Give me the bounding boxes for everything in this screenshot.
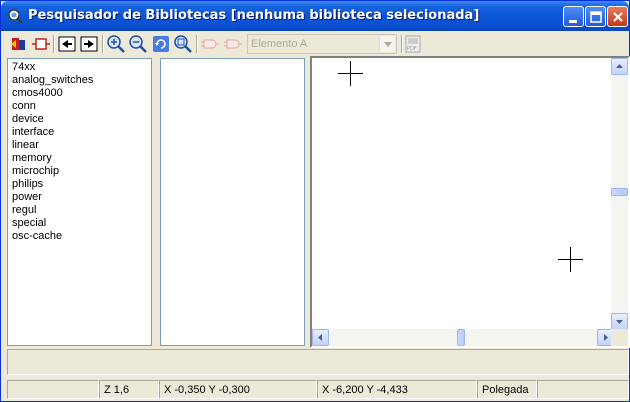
library-item[interactable]: special xyxy=(12,217,46,230)
refresh-icon[interactable] xyxy=(151,34,171,54)
status-zoom: Z 1,6 xyxy=(99,380,159,399)
status-bar: Z 1,6 X -0,350 Y -0,300 X -6,200 Y -4,43… xyxy=(1,378,629,401)
scroll-left-button[interactable] xyxy=(312,329,329,346)
library-item[interactable]: power xyxy=(12,191,42,204)
minimize-icon xyxy=(569,20,577,23)
arrow-left-icon xyxy=(318,334,322,341)
close-icon xyxy=(613,12,623,22)
toolbar-separator xyxy=(102,35,104,53)
library-item[interactable]: interface xyxy=(12,126,54,139)
status-units: Polegada xyxy=(477,380,537,399)
toolbar-separator xyxy=(196,35,198,53)
status-extra xyxy=(537,380,629,399)
library-item[interactable]: linear xyxy=(12,139,39,152)
title-bar[interactable]: Pesquisador de Bibliotecas [nenhuma bibl… xyxy=(1,1,629,31)
scroll-corner xyxy=(611,329,628,346)
library-item[interactable]: cmos4000 xyxy=(12,87,63,100)
next-icon[interactable] xyxy=(79,34,99,54)
preview-canvas[interactable] xyxy=(310,56,630,348)
library-item[interactable]: device xyxy=(12,113,44,126)
vertical-scrollbar[interactable] xyxy=(611,58,628,330)
library-item[interactable]: 74xx xyxy=(12,61,35,74)
previous-icon[interactable] xyxy=(57,34,77,54)
library-browser-window: Pesquisador de Bibliotecas [nenhuma bibl… xyxy=(0,0,630,402)
element-select[interactable]: Elemento A xyxy=(247,34,397,54)
status-position: X -6,200 Y -4,433 xyxy=(317,380,477,399)
library-item[interactable]: analog_switches xyxy=(12,74,93,87)
maximize-icon xyxy=(590,11,602,23)
pin-b-icon[interactable] xyxy=(223,34,243,54)
app-icon xyxy=(8,9,23,24)
svg-text:PDF: PDF xyxy=(407,46,417,52)
close-button[interactable] xyxy=(607,6,628,27)
zoom-in-icon[interactable] xyxy=(106,34,126,54)
status-cursor: X -0,350 Y -0,300 xyxy=(159,380,317,399)
close-library-icon[interactable] xyxy=(31,34,51,54)
open-library-icon[interactable] xyxy=(9,34,29,54)
maximize-button[interactable] xyxy=(585,6,606,27)
horizontal-scroll-thumb[interactable] xyxy=(457,329,465,346)
crosshair-icon xyxy=(558,247,583,272)
toolbar-separator xyxy=(53,35,55,53)
window-title: Pesquisador de Bibliotecas [nenhuma bibl… xyxy=(28,8,480,23)
arrow-up-icon xyxy=(616,64,623,68)
library-item[interactable]: philips xyxy=(12,178,43,191)
pin-a-icon[interactable] xyxy=(200,34,220,54)
pdf-icon[interactable]: PDF xyxy=(403,34,423,54)
element-select-dropdown[interactable] xyxy=(379,36,395,52)
library-list[interactable]: 74xx analog_switches cmos4000 conn device int… xyxy=(7,58,152,346)
toolbar: Elemento A PDF xyxy=(5,32,627,56)
info-panel xyxy=(7,349,629,375)
zoom-fit-icon[interactable] xyxy=(173,34,193,54)
minimize-button[interactable] xyxy=(563,6,584,27)
library-item[interactable]: osc-cache xyxy=(12,230,62,243)
vertical-scroll-thumb[interactable] xyxy=(611,188,628,196)
chevron-down-icon xyxy=(384,42,392,47)
status-empty xyxy=(7,380,99,399)
library-item[interactable]: microchip xyxy=(12,165,59,178)
library-item[interactable]: conn xyxy=(12,100,36,113)
element-list[interactable] xyxy=(160,58,305,346)
element-select-value: Elemento A xyxy=(251,38,308,50)
library-item[interactable]: regul xyxy=(12,204,36,217)
scroll-down-button[interactable] xyxy=(611,313,628,330)
arrow-down-icon xyxy=(616,320,623,324)
zoom-out-icon[interactable] xyxy=(128,34,148,54)
library-item[interactable]: memory xyxy=(12,152,52,165)
horizontal-scrollbar[interactable] xyxy=(312,329,614,346)
crosshair-icon xyxy=(338,61,363,86)
scroll-up-button[interactable] xyxy=(611,58,628,75)
